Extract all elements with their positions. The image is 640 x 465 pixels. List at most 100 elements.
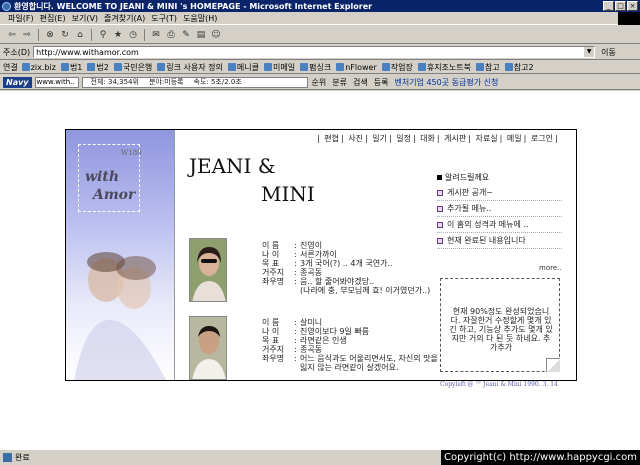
navy-search-input[interactable]: www.with..: [34, 76, 79, 88]
edit-icon[interactable]: ✎: [180, 29, 192, 41]
vertical-divider: [174, 130, 175, 380]
checkbox-bullet-icon: [437, 205, 443, 212]
link-item[interactable]: 국민은행: [113, 62, 152, 73]
news-item[interactable]: 추가될 메뉴..: [437, 201, 562, 217]
site-frame: W180 with Amor | 편협 | 사진 | 일기 | 일정 | 대화 | 게시판…: [65, 129, 577, 381]
address-value: http://www.withamor.com: [36, 47, 139, 57]
couple-photo: [74, 252, 166, 380]
menu-bar: 파일(F) 편집(E) 보기(V) 즐겨찾기(A) 도구(T) 도움말(H): [0, 12, 640, 25]
page-icon: [264, 63, 272, 71]
menu-file[interactable]: 파일(F): [8, 13, 34, 24]
nav-link[interactable]: 일기: [372, 134, 387, 143]
forward-icon[interactable]: ⇨: [21, 29, 33, 41]
profile-row-cont: 잃지 않는 라면같이 살겠어요.: [300, 363, 399, 372]
favorites-icon[interactable]: ★: [112, 29, 124, 41]
navy-toolbar: Navy www.with.. 전체: 34,354위 분야:미등록 속도: 5…: [0, 75, 640, 90]
navy-promo-link[interactable]: 벤처기업 450곳 동급평가 신청: [394, 77, 498, 88]
navy-register-button[interactable]: 등록: [374, 77, 389, 88]
note-box: 현재 90%정도 완성되었습니다. 자잘한거 수정할게 몇개 있긴 하고, 기능…: [440, 278, 560, 372]
maximize-button[interactable]: □: [615, 1, 626, 11]
navy-logo[interactable]: Navy: [3, 76, 32, 88]
person1-photo: [189, 238, 227, 302]
navy-speed: 속도: 5초/2.0초: [193, 78, 242, 86]
minimize-button[interactable]: _: [603, 1, 614, 11]
link-item[interactable]: 메니클: [227, 62, 259, 73]
nav-link[interactable]: 게시판: [444, 134, 466, 143]
window-controls: _ □ ×: [603, 1, 638, 11]
menu-help[interactable]: 도움말(H): [183, 13, 217, 24]
link-item[interactable]: 펌싱크: [300, 62, 331, 73]
profile-row: 목 표: 라면같은 인생: [262, 336, 347, 345]
navy-category-button[interactable]: 분류: [332, 77, 347, 88]
checkbox-bullet-icon: [437, 221, 443, 228]
left-panel: W180 with Amor: [66, 130, 174, 380]
discuss-icon[interactable]: ▤: [195, 29, 207, 41]
address-input[interactable]: http://www.withamor.com ▼: [33, 46, 596, 58]
messenger-icon[interactable]: ☺: [210, 29, 222, 41]
go-button[interactable]: 이동: [601, 47, 616, 58]
nav-link[interactable]: 로그인: [531, 134, 553, 143]
link-item[interactable]: 법1: [60, 62, 82, 73]
menu-view[interactable]: 보기(V): [72, 13, 98, 24]
link-item[interactable]: 미메일: [264, 62, 295, 73]
nav-link[interactable]: 일정: [396, 134, 411, 143]
link-item[interactable]: 작업장: [381, 62, 413, 73]
nav-link[interactable]: 자료실: [476, 134, 498, 143]
checkbox-bullet-icon: [437, 189, 443, 196]
search-icon[interactable]: ⚲: [97, 29, 109, 41]
home-icon[interactable]: ⌂: [74, 29, 86, 41]
link-item[interactable]: 참고2: [504, 62, 534, 73]
profile-row: 좌우명: 음.. 할 줄어봐야겠당..: [262, 277, 375, 286]
news-item[interactable]: 이 홈의 성격과 메뉴에 ..: [437, 217, 562, 233]
history-icon[interactable]: ◷: [127, 29, 139, 41]
site-logo[interactable]: W180 with Amor: [78, 144, 142, 212]
back-icon[interactable]: ⇦: [6, 29, 18, 41]
logo-small-text: W180: [121, 149, 142, 157]
refresh-icon[interactable]: ↻: [59, 29, 71, 41]
more-link[interactable]: more..: [539, 264, 562, 272]
link-item[interactable]: nFlower: [336, 63, 377, 72]
close-button[interactable]: ×: [627, 1, 638, 11]
status-bar: 완료 Copyright(c) http://www.happycgi.com: [0, 449, 640, 465]
link-item[interactable]: 휴지조노트북: [417, 62, 471, 73]
toolbar-separator: [144, 28, 145, 41]
page-icon: [336, 63, 345, 71]
checkbox-bullet-icon: [437, 237, 443, 244]
stop-icon[interactable]: ⊗: [44, 29, 56, 41]
profile-row: 나 이: 진영이보다 9일 빠름: [262, 327, 370, 336]
page-icon: [87, 63, 96, 71]
nav-link[interactable]: 편협: [324, 134, 339, 143]
person2-photo: [189, 316, 227, 380]
profile-row: 좌우명: 어느 음식과도 어울리면서도, 자신의 맛을: [262, 354, 438, 363]
nav-link[interactable]: 메일: [507, 134, 522, 143]
nav-link[interactable]: 대화: [420, 134, 435, 143]
news-list: 게시판 공개~ 추가될 메뉴.. 이 홈의 성격과 메뉴에 .. 현재 완료된 …: [437, 185, 562, 249]
menu-favorites[interactable]: 즐겨찾기(A): [104, 13, 145, 24]
print-icon[interactable]: ⎙: [165, 29, 177, 41]
chevron-down-icon[interactable]: ▼: [584, 47, 595, 57]
link-item[interactable]: 참고: [476, 62, 500, 73]
news-item[interactable]: 현재 완료된 내용입니다: [437, 233, 562, 249]
menu-tools[interactable]: 도구(T): [151, 13, 177, 24]
logo-with-text: with: [85, 169, 120, 185]
status-text: 완료: [15, 453, 30, 462]
navy-rank-button[interactable]: 순위: [312, 77, 327, 88]
link-item[interactable]: 링크 사용자 정의: [157, 62, 223, 73]
nav-link[interactable]: 사진: [348, 134, 363, 143]
navy-category: 분야:미등록: [148, 78, 184, 86]
news-item[interactable]: 게시판 공개~: [437, 185, 562, 201]
page-icon: [60, 63, 69, 71]
windows-logo-icon: [618, 12, 640, 25]
page-viewport: W180 with Amor | 편협 | 사진 | 일기 | 일정 | 대화 | 게시판…: [0, 91, 640, 449]
page-icon: [381, 63, 390, 71]
link-item[interactable]: zix.biz: [21, 63, 56, 72]
profile-row: 목 표:3개 국어(?) .. 4개 국연가..: [262, 259, 393, 268]
link-item[interactable]: 법2: [87, 62, 109, 73]
page-icon: [157, 63, 166, 71]
news-heading: 알려드릴께요: [437, 172, 489, 183]
logo-amor-text: Amor: [93, 187, 136, 203]
mail-icon[interactable]: ✉: [150, 29, 162, 41]
site-copyright: Copyleft @ ™ Jeani & Mini 1990. 3. 14: [440, 381, 558, 388]
navy-search-button[interactable]: 검색: [353, 77, 368, 88]
menu-edit[interactable]: 편집(E): [40, 13, 66, 24]
